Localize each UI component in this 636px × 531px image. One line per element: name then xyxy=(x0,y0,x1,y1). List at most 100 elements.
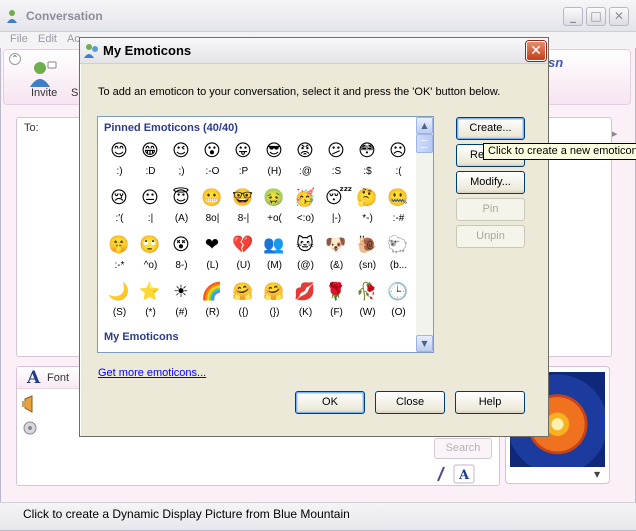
emoticon-list-scrollbar[interactable]: ▲ ▼ xyxy=(416,117,433,352)
invite-label[interactable]: Invite xyxy=(31,87,57,99)
format-bottom-icons: A xyxy=(428,464,498,484)
emoticon-item[interactable]: 😮:-O xyxy=(197,138,228,185)
emoticon-item[interactable]: 🥳 <:o) xyxy=(290,185,321,232)
my-emoticons-header: My Emoticons xyxy=(104,331,179,343)
emoticon-item[interactable]: 😳:$ xyxy=(352,138,383,185)
display-picture-menu-icon[interactable]: ▼ xyxy=(594,470,600,479)
collapse-toolbar-icon[interactable]: ⌃ xyxy=(9,53,21,65)
emoticon-item[interactable]: 🐑 (b... xyxy=(383,232,414,279)
emoticon-item[interactable]: 😐:| xyxy=(135,185,166,232)
emoticon-item[interactable]: 🐌 (sn) xyxy=(352,232,383,279)
emoticon-item[interactable]: 😵 8-) xyxy=(166,232,197,279)
emoticon-item[interactable]: 🤗(}) xyxy=(259,279,290,326)
font-icon[interactable]: A xyxy=(27,368,40,388)
send-files-label[interactable]: S xyxy=(71,87,78,99)
help-button[interactable]: Help xyxy=(455,391,525,414)
minimize-button[interactable]: _ xyxy=(563,7,583,26)
get-more-emoticons-link[interactable]: Get more emoticons... xyxy=(98,367,206,379)
emoticon-item[interactable]: 💔 (U) xyxy=(228,232,259,279)
emoticon-item[interactable]: 😎 (H) xyxy=(259,138,290,185)
menu-file[interactable]: File xyxy=(10,33,28,45)
emoticon-icon: 🐱 xyxy=(296,235,314,255)
emoticon-item[interactable]: 💋 (K) xyxy=(290,279,321,326)
emoticon-icon: 😢 xyxy=(110,188,128,208)
emoticon-item[interactable]: 🤔 *-) xyxy=(352,185,383,232)
emoticon-icon: 😛 xyxy=(234,141,252,161)
pin-button[interactable]: Pin xyxy=(456,198,525,221)
scroll-down-icon[interactable]: ▼ xyxy=(416,335,433,352)
maximize-button[interactable]: □ xyxy=(586,7,606,26)
emoticon-item[interactable]: 😕:S xyxy=(321,138,352,185)
emoticon-item[interactable]: 😢:'( xyxy=(104,185,135,232)
emoticon-icon: 😡 xyxy=(296,141,314,161)
emoticon-item[interactable]: 🌈 (R) xyxy=(197,279,228,326)
emoticon-icon: 🙄 xyxy=(139,235,161,255)
create-button[interactable]: Create... xyxy=(456,117,525,140)
emoticon-icon: 😇 xyxy=(172,188,190,208)
emoticon-item[interactable]: 😴 |-) xyxy=(321,185,352,232)
emoticon-item[interactable]: ⭐ (*) xyxy=(135,279,166,326)
emoticon-icon: ☹ xyxy=(389,141,407,161)
emoticon-item[interactable]: 🥀 (W) xyxy=(352,279,383,326)
emoticon-item[interactable]: ☀ (#) xyxy=(166,279,197,326)
emoticon-item[interactable]: 😬 8o| xyxy=(197,185,228,232)
emoticon-item[interactable]: 🤢 +o( xyxy=(259,185,290,232)
emoticon-item[interactable]: 👥 (M) xyxy=(259,232,290,279)
emoticon-item[interactable]: 🙄 ^o) xyxy=(135,232,166,279)
emoticon-icon: ❤ xyxy=(204,235,220,255)
nudge-icon[interactable] xyxy=(22,420,38,439)
emoticon-icon: 😳 xyxy=(358,141,376,161)
messenger-buddy-icon xyxy=(6,8,22,27)
emoticon-icon: 😬 xyxy=(201,188,223,208)
emoticon-item[interactable]: 🤫:-* xyxy=(104,232,135,279)
menu-actions[interactable]: Ac xyxy=(67,33,80,45)
emoticon-icon: 😐 xyxy=(141,188,159,208)
close-window-button[interactable]: ✕ xyxy=(609,7,629,26)
unpin-button[interactable]: Unpin xyxy=(456,225,525,248)
emoticon-icon: 🤗 xyxy=(263,282,285,302)
close-button[interactable]: Close xyxy=(375,391,445,414)
emoticon-item[interactable]: 🤐:-# xyxy=(383,185,414,232)
emoticon-item[interactable]: 🐶 (&) xyxy=(321,232,352,279)
emoticon-icon: 😉 xyxy=(172,141,190,161)
voice-clip-icon[interactable] xyxy=(22,395,38,416)
emoticon-item[interactable]: 🌹 (F) xyxy=(321,279,352,326)
emoticon-item[interactable]: 🌙 (S) xyxy=(104,279,135,326)
ok-button[interactable]: OK xyxy=(295,391,365,414)
emoticon-item[interactable]: 😊:) xyxy=(104,138,135,185)
emoticon-item[interactable]: 😛:P xyxy=(228,138,259,185)
emoticon-item[interactable]: 🐱 (@) xyxy=(290,232,321,279)
messenger-dialog-icon xyxy=(84,43,100,62)
emoticon-icon: 🐑 xyxy=(387,235,409,255)
menu-edit[interactable]: Edit xyxy=(38,33,57,45)
emoticon-icon: 🐌 xyxy=(356,235,378,255)
emoticon-item[interactable]: 😁:D xyxy=(135,138,166,185)
font-label[interactable]: Font xyxy=(47,372,69,384)
emoticon-item[interactable]: 🤗({) xyxy=(228,279,259,326)
emoticon-item[interactable]: 😉;) xyxy=(166,138,197,185)
emoticon-item[interactable]: 🤓 8-| xyxy=(228,185,259,232)
dialog-close-button[interactable]: ✕ xyxy=(526,41,546,61)
modify-button[interactable]: Modify... xyxy=(456,171,525,194)
emoticon-icon: 🤫 xyxy=(108,235,130,255)
emoticon-list[interactable]: Pinned Emoticons (40/40) 😊:) 😁:D 😉;) 😮:-O 😛:… xyxy=(97,116,434,353)
pinned-emoticons-header: Pinned Emoticons (40/40) xyxy=(104,122,238,134)
dialog-title: My Emoticons xyxy=(103,43,192,58)
emoticon-icon: 💋 xyxy=(294,282,316,302)
emoticon-item[interactable]: 🕒 (O) xyxy=(383,279,414,326)
emoticon-icon: 😮 xyxy=(203,141,221,161)
emoticon-icon: 🌈 xyxy=(201,282,223,302)
search-button[interactable]: Search xyxy=(434,438,492,459)
emoticon-item[interactable]: ❤ (L) xyxy=(197,232,228,279)
scroll-thumb[interactable] xyxy=(416,134,433,153)
to-label: To: xyxy=(24,122,39,134)
expand-arrow-icon[interactable]: ▶ xyxy=(612,130,617,138)
scroll-up-icon[interactable]: ▲ xyxy=(416,117,433,134)
status-text[interactable]: Click to create a Dynamic Display Pictur… xyxy=(23,507,350,521)
emoticon-icon: 🥳 xyxy=(294,188,316,208)
emoticon-item[interactable]: 😡:@ xyxy=(290,138,321,185)
emoticon-icon: ⭐ xyxy=(139,282,161,302)
dialog-instructions: To add an emoticon to your conversation,… xyxy=(98,86,501,98)
emoticon-item[interactable]: 😇 (A) xyxy=(166,185,197,232)
emoticon-item[interactable]: ☹:( xyxy=(383,138,414,185)
